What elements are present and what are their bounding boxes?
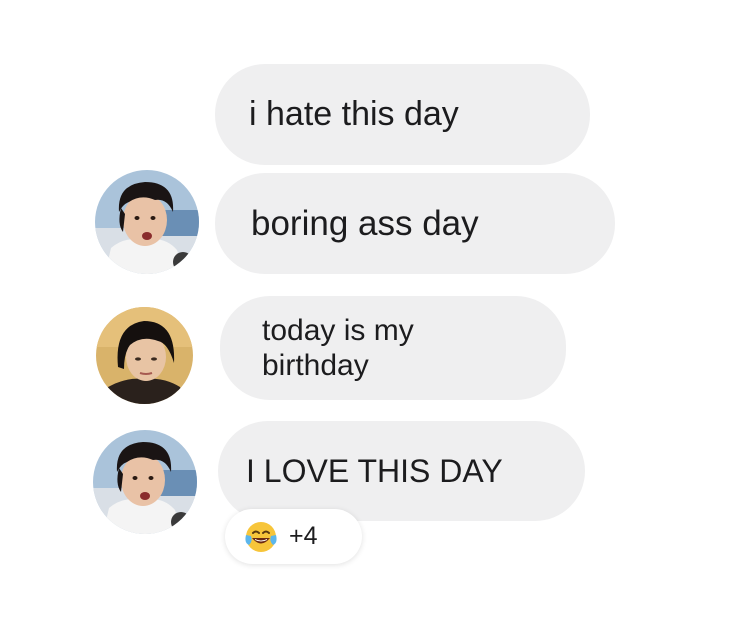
face-with-tears-of-joy-icon bbox=[245, 521, 277, 552]
message-text: i hate this day bbox=[249, 95, 459, 133]
avatar-photo-icon bbox=[95, 170, 199, 274]
message-bubble[interactable]: i hate this day bbox=[215, 64, 590, 165]
message-bubble[interactable]: boring ass day bbox=[215, 173, 615, 274]
sender-avatar[interactable] bbox=[93, 430, 197, 534]
message-bubble[interactable]: today is my birthday bbox=[220, 296, 566, 400]
sender-avatar[interactable] bbox=[96, 307, 193, 404]
message-text: I LOVE THIS DAY bbox=[246, 452, 503, 489]
message-text: today is my birthday bbox=[262, 314, 414, 382]
avatar-photo-icon bbox=[96, 307, 193, 404]
sender-avatar[interactable] bbox=[95, 170, 199, 274]
reaction-pill[interactable]: +4 bbox=[225, 509, 362, 564]
reaction-count: +4 bbox=[289, 522, 318, 550]
message-bubble[interactable]: I LOVE THIS DAY bbox=[218, 421, 585, 521]
message-text: boring ass day bbox=[251, 203, 479, 243]
avatar-photo-icon bbox=[93, 430, 197, 534]
